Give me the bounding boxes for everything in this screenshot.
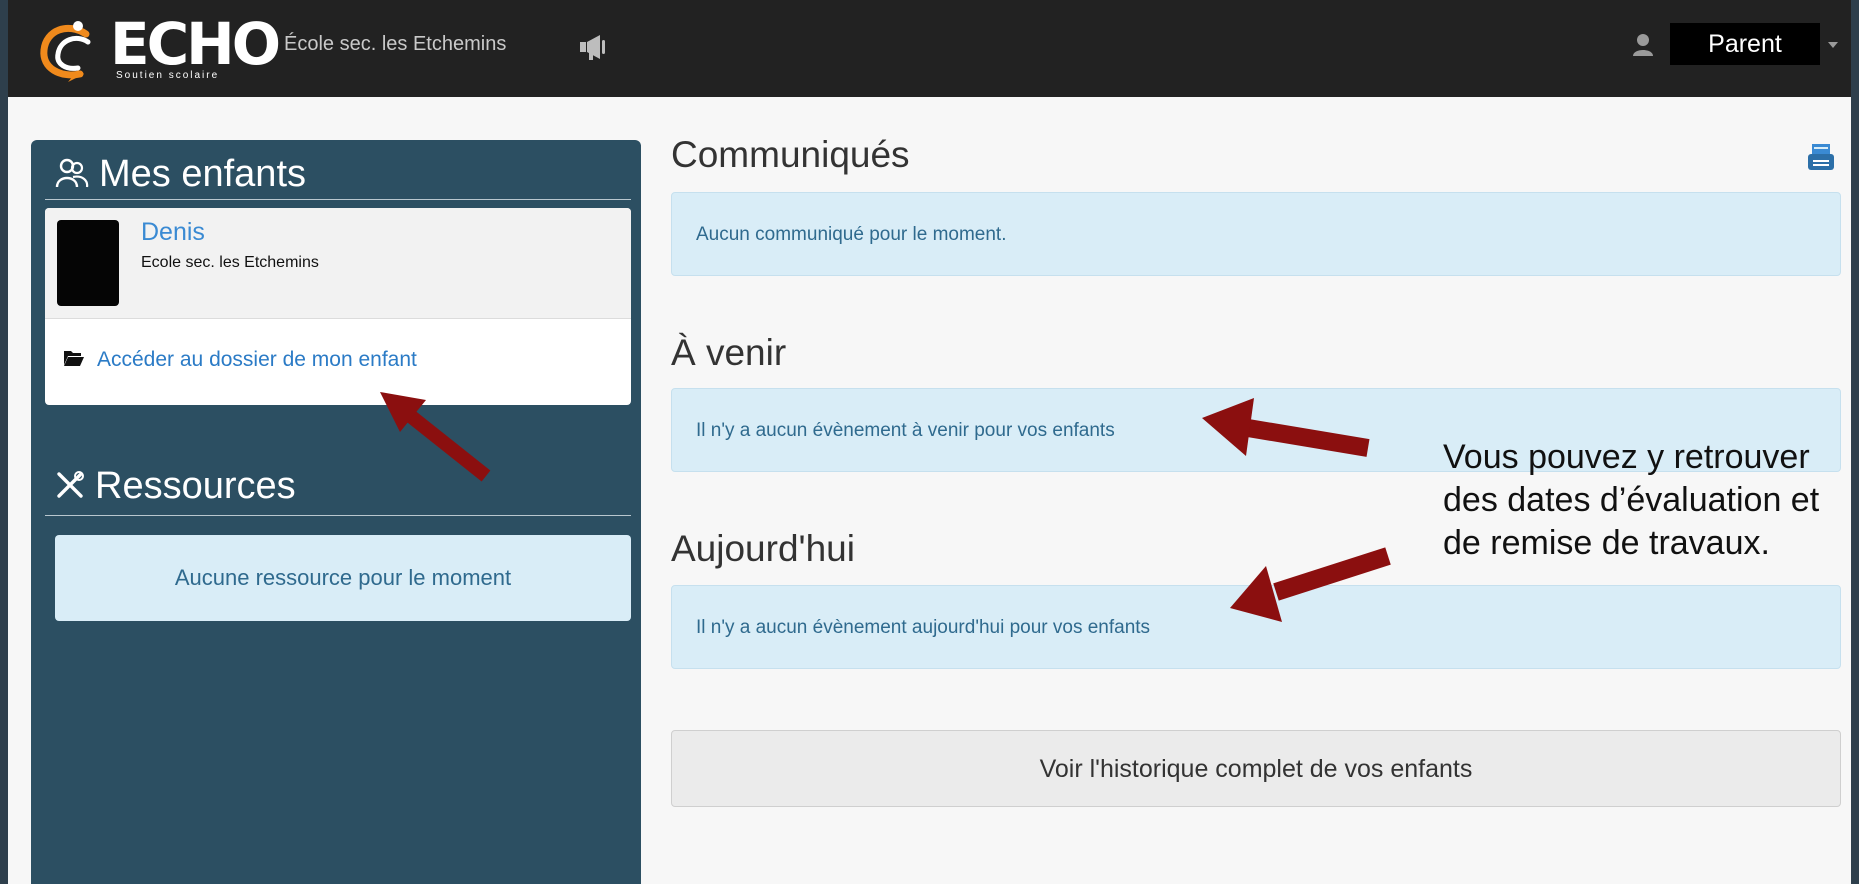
annotation-text: Vous pouvez y retrouver des dates d’éval… <box>1443 438 1820 562</box>
logo-subtitle: Soutien scolaire <box>116 70 220 81</box>
upcoming-title: À venir <box>671 332 787 373</box>
communiques-title: Communiqués <box>671 134 910 175</box>
children-title: Mes enfants <box>99 153 306 195</box>
history-button[interactable]: Voir l'historique complet de vos enfants <box>671 730 1841 807</box>
app-window: ECHO Soutien scolaire École sec. les Etc… <box>8 0 1851 884</box>
today-title: Aujourd'hui <box>671 528 855 569</box>
child-folder-link-label[interactable]: Accéder au dossier de mon enfant <box>97 348 417 371</box>
megaphone-icon[interactable] <box>578 32 612 62</box>
child-info[interactable]: Denis Ecole sec. les Etchemins <box>45 208 631 319</box>
chevron-down-icon[interactable] <box>1828 42 1838 48</box>
communiques-message: Aucun communiqué pour le moment. <box>671 192 1841 276</box>
sidebar: Mes enfants Denis Ecole sec. les Etchemi… <box>31 140 641 884</box>
echo-logo[interactable]: ECHO Soutien scolaire <box>38 10 281 88</box>
child-school: Ecole sec. les Etchemins <box>141 254 319 271</box>
users-icon <box>55 158 89 188</box>
divider <box>45 199 631 200</box>
children-heading: Mes enfants <box>55 146 306 202</box>
child-folder-link[interactable]: Accéder au dossier de mon enfant <box>63 348 417 372</box>
top-navbar: ECHO Soutien scolaire École sec. les Etc… <box>8 0 1851 97</box>
child-card: Denis Ecole sec. les Etchemins Accéder a… <box>45 208 631 405</box>
resources-heading: Ressources <box>55 458 296 514</box>
print-icon[interactable] <box>1806 142 1836 174</box>
folder-open-icon <box>64 351 84 367</box>
today-message: Il n'y a aucun évènement aujourd'hui pou… <box>671 585 1841 669</box>
resources-empty-message: Aucune ressource pour le moment <box>55 535 631 621</box>
tools-icon <box>57 470 84 498</box>
role-dropdown[interactable]: Parent <box>1670 23 1820 65</box>
logo-swirl-icon <box>40 21 91 82</box>
resources-title: Ressources <box>95 465 296 507</box>
divider <box>45 515 631 516</box>
school-name: École sec. les Etchemins <box>284 33 507 55</box>
child-avatar <box>57 220 119 306</box>
user-icon[interactable] <box>1631 32 1655 58</box>
child-name[interactable]: Denis <box>141 218 205 247</box>
